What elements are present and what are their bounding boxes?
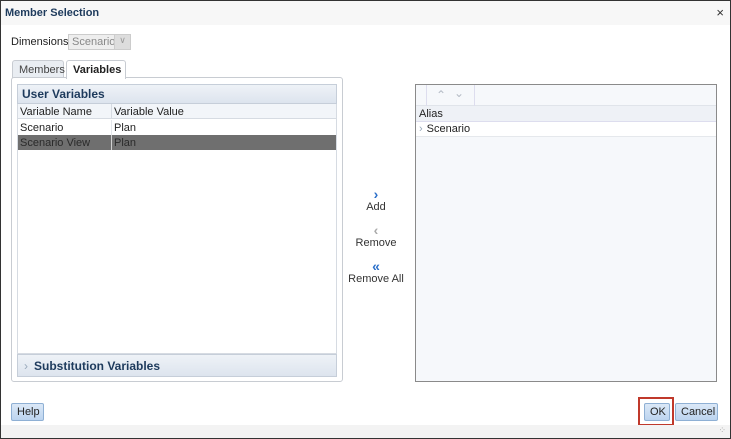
close-icon[interactable]: × — [716, 5, 724, 20]
dimensions-label: Dimensions — [11, 36, 69, 48]
selected-members-panel: ⌃ ⌄ Alias › Scenario — [415, 84, 717, 382]
chevron-left-icon: ‹ — [373, 222, 379, 238]
add-button[interactable]: › Add — [346, 187, 406, 213]
toolbar: ⌃ ⌄ — [416, 85, 716, 106]
dialog-title: Member Selection — [5, 7, 100, 19]
variable-value: Plan — [114, 122, 137, 134]
substitution-variables-header[interactable]: › Substitution Variables — [17, 354, 337, 377]
user-variables-table: Variable Name Variable Value Scenario Pl… — [17, 104, 337, 354]
remove-label: Remove — [355, 237, 397, 249]
move-down-icon[interactable]: ⌄ — [454, 86, 464, 100]
double-chevron-left-icon: « — [372, 258, 380, 274]
tab-members[interactable]: Members — [12, 60, 65, 78]
column-header-name[interactable]: Variable Name — [20, 106, 92, 118]
remove-button[interactable]: ‹ Remove — [346, 223, 406, 249]
move-up-icon[interactable]: ⌃ — [436, 88, 446, 102]
chevron-right-icon: › — [24, 359, 28, 373]
chevron-right-icon: › — [419, 123, 423, 135]
help-button[interactable]: Help — [11, 403, 44, 421]
variable-name: Scenario View — [20, 137, 91, 149]
chevron-down-icon: ∨ — [114, 35, 130, 49]
resize-grip-icon[interactable]: ⁘ — [718, 425, 726, 436]
tab-variables[interactable]: Variables — [66, 60, 126, 79]
substitution-variables-title: Substitution Variables — [34, 359, 161, 373]
column-header-value[interactable]: Variable Value — [114, 106, 184, 118]
member-selection-dialog: Member Selection × Dimensions Scenario ∨… — [0, 0, 731, 439]
remove-all-label: Remove All — [348, 273, 404, 285]
table-header: Variable Name Variable Value — [18, 104, 336, 119]
title-bar: Member Selection × — [1, 1, 730, 25]
variable-name: Scenario — [20, 122, 64, 134]
add-label: Add — [366, 201, 386, 213]
dimensions-select[interactable]: Scenario ∨ — [68, 34, 131, 50]
table-row-selected[interactable]: Scenario View Plan — [18, 135, 336, 150]
remove-all-button[interactable]: « Remove All — [346, 259, 406, 285]
dimensions-value: Scenario — [72, 36, 116, 48]
chevron-right-icon: › — [373, 186, 379, 202]
item-label: Scenario — [426, 123, 471, 135]
alias-column-header[interactable]: Alias — [416, 106, 716, 122]
user-variables-header[interactable]: User Variables — [17, 84, 337, 104]
ok-button[interactable]: OK — [644, 403, 670, 421]
variable-value: Plan — [114, 137, 137, 149]
cancel-button[interactable]: Cancel — [675, 403, 718, 421]
list-item[interactable]: › Scenario — [416, 122, 716, 137]
table-row[interactable]: Scenario Plan — [18, 120, 336, 135]
status-bar: ⁘ — [1, 425, 730, 438]
